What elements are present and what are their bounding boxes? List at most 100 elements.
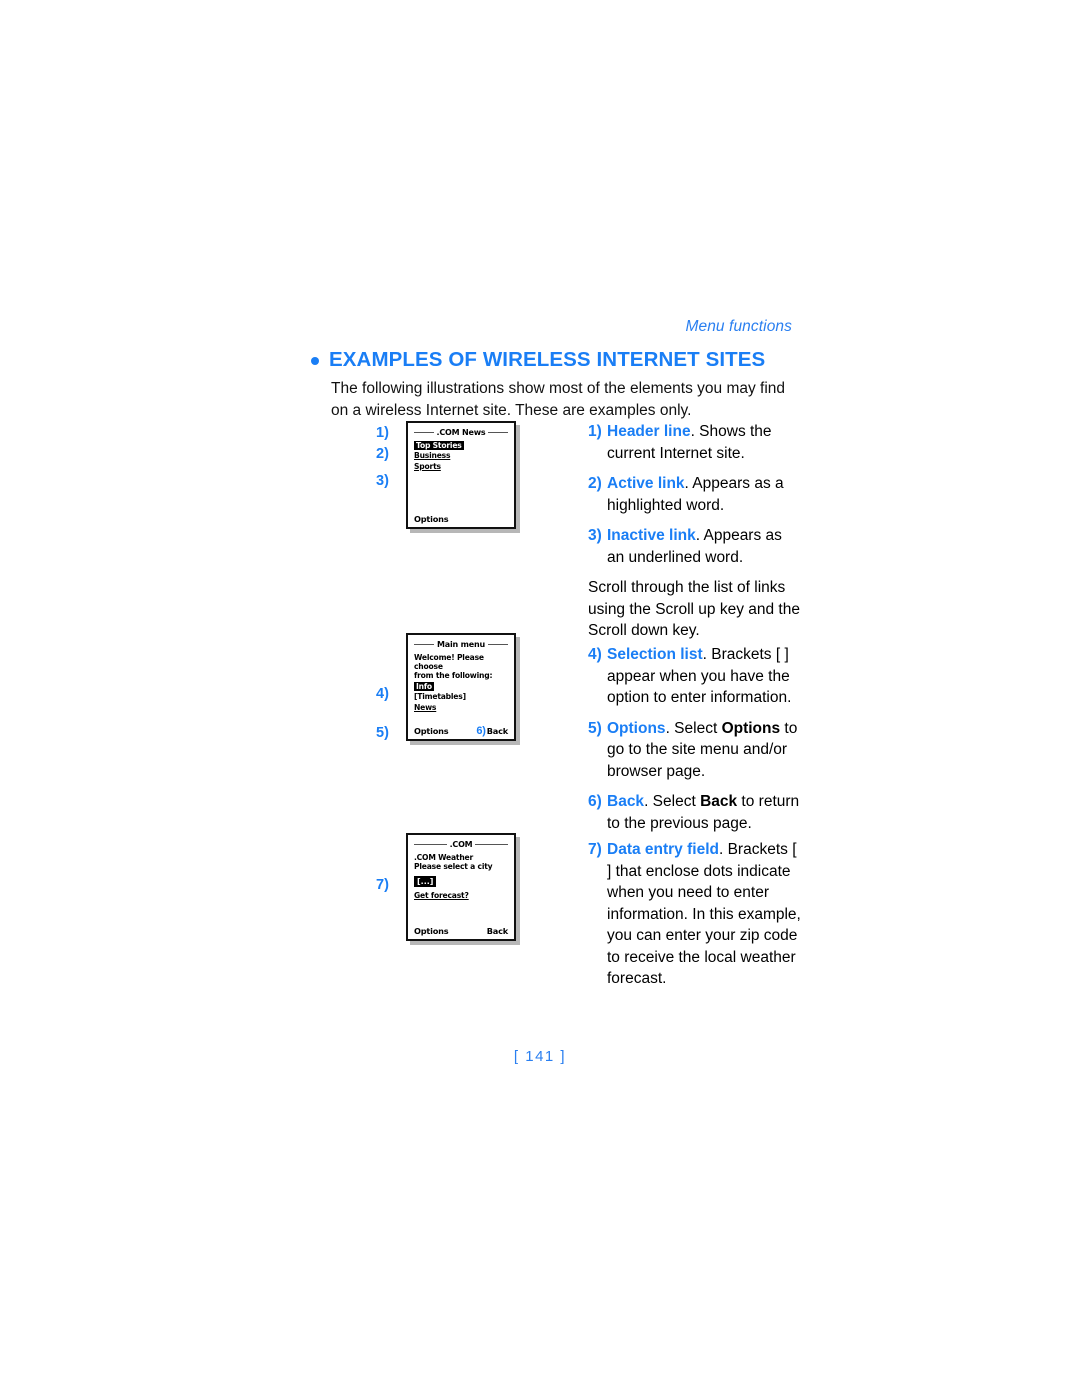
note-item: 3) Inactive link. Appears as an underlin… bbox=[588, 525, 803, 568]
data-entry-field[interactable]: [...] bbox=[414, 875, 437, 887]
page-heading: EXAMPLES OF WIRELESS INTERNET SITES bbox=[311, 348, 831, 372]
page-number: [ 141 ] bbox=[513, 1048, 567, 1065]
screen-intro-line-1: Welcome! Please choose bbox=[414, 652, 484, 671]
screen-list-item: Business bbox=[414, 451, 508, 462]
note-number: 6) bbox=[588, 793, 602, 810]
header-rule-left bbox=[414, 432, 434, 434]
note-term: Data entry field bbox=[607, 841, 719, 858]
link-inactive[interactable]: News bbox=[414, 703, 436, 713]
note-number: 3) bbox=[588, 527, 602, 544]
scroll-paragraph: Scroll through the list of links using t… bbox=[588, 577, 803, 642]
note-number: 7) bbox=[588, 841, 602, 858]
screen-list-item: Sports bbox=[414, 462, 508, 473]
link-active[interactable]: Info bbox=[414, 681, 434, 691]
figure-main-menu-screen: 4) 5) Main menu Welcome! Please choose f… bbox=[331, 633, 546, 813]
header-rule-right bbox=[475, 844, 508, 846]
note-bold: Options bbox=[721, 719, 781, 737]
screen-entry-row: [...] bbox=[414, 873, 508, 891]
note-text: Data entry field. Brackets [ ] that encl… bbox=[607, 839, 803, 990]
header-rule-right bbox=[488, 432, 508, 434]
screen-list-item: Info bbox=[414, 681, 508, 693]
screen-intro-line-1: .COM Weather bbox=[414, 852, 474, 862]
note-item: 1) Header line. Shows the current Intern… bbox=[588, 421, 803, 464]
note-item: 7) Data entry field. Brackets [ ] that e… bbox=[588, 839, 803, 990]
link-inactive[interactable]: Sports bbox=[414, 462, 441, 472]
screen-softkeys: Options 6) Back bbox=[414, 724, 508, 737]
notes-group-3: 7) Data entry field. Brackets [ ] that e… bbox=[588, 839, 803, 999]
note-term: Active link bbox=[607, 475, 685, 492]
figure-weather-screen: 7) .COM .COM Weather Please select a cit… bbox=[331, 833, 546, 1013]
heading-text: EXAMPLES OF WIRELESS INTERNET SITES bbox=[329, 348, 766, 371]
screen-list-item: Get forecast? bbox=[414, 891, 508, 902]
phone-screen-main-menu: Main menu Welcome! Please choose from th… bbox=[406, 633, 516, 741]
note-term: Back bbox=[607, 793, 645, 810]
intro-paragraph: The following illustrations show most of… bbox=[331, 380, 786, 419]
notes-group-1: 1) Header line. Shows the current Intern… bbox=[588, 421, 803, 651]
softkey-options[interactable]: Options bbox=[414, 726, 449, 737]
softkey-back-group: 6) Back bbox=[476, 724, 508, 737]
screen-intro-text: .COM Weather Please select a city bbox=[414, 853, 508, 871]
note-text: Back. Select Back to return to the previ… bbox=[607, 791, 803, 834]
screen-softkeys: Options Back bbox=[414, 926, 508, 937]
note-number: 4) bbox=[588, 646, 602, 663]
screen-header-title: Main menu bbox=[437, 640, 485, 649]
link-inactive[interactable]: Get forecast? bbox=[414, 891, 469, 901]
callout-marker-7: 7) bbox=[376, 877, 389, 893]
softkey-back-group: Back bbox=[487, 926, 508, 937]
selection-list-field[interactable]: [Timetables] bbox=[414, 692, 466, 702]
softkey-back[interactable]: Back bbox=[487, 726, 508, 737]
scroll-part-2: key and the bbox=[715, 600, 800, 618]
header-rule-left bbox=[414, 644, 435, 646]
note-list-3: 7) Data entry field. Brackets [ ] that e… bbox=[588, 839, 803, 990]
callout-marker-1: 1) bbox=[376, 425, 389, 441]
note-text: Active link. Appears as a highlighted wo… bbox=[607, 473, 803, 516]
screen-body: Top Stories Business Sports bbox=[414, 440, 508, 473]
screen-header-title: .COM News bbox=[436, 428, 486, 437]
body-grid: 1) 2) 3) .COM News Top Stories Business … bbox=[331, 421, 803, 1001]
scroll-up-key: Scroll up bbox=[655, 600, 716, 618]
note-text: Selection list. Brackets [ ] appear when… bbox=[607, 644, 803, 709]
manual-page: Menu functions EXAMPLES OF WIRELESS INTE… bbox=[0, 0, 1080, 1397]
phone-screen-weather: .COM .COM Weather Please select a city [… bbox=[406, 833, 516, 941]
header-rule-left bbox=[414, 844, 447, 846]
note-term: Inactive link bbox=[607, 527, 696, 544]
link-inactive[interactable]: Business bbox=[414, 451, 451, 461]
note-item: 2) Active link. Appears as a highlighted… bbox=[588, 473, 803, 516]
header-rule-right bbox=[487, 644, 508, 646]
note-item: 5) Options. Select Options to go to the … bbox=[588, 718, 803, 783]
note-item: 4) Selection list. Brackets [ ] appear w… bbox=[588, 644, 803, 709]
note-item: 6) Back. Select Back to return to the pr… bbox=[588, 791, 803, 834]
screen-header: .COM News bbox=[414, 428, 508, 438]
screen-softkeys: Options bbox=[414, 514, 508, 525]
running-head: Menu functions bbox=[685, 318, 792, 335]
note-text: Inactive link. Appears as an underlined … bbox=[607, 525, 803, 568]
screen-list-item: [Timetables] bbox=[414, 692, 508, 703]
note-number: 5) bbox=[588, 719, 602, 737]
phone-screen-news: .COM News Top Stories Business Sports Op… bbox=[406, 421, 516, 529]
screen-list-item: News bbox=[414, 703, 508, 714]
note-number: 2) bbox=[588, 475, 602, 492]
softkey-options[interactable]: Options bbox=[414, 926, 449, 937]
note-rest-pre: . Select bbox=[665, 719, 722, 737]
note-text: Options. Select Options to go to the sit… bbox=[607, 718, 803, 783]
note-rest: . Brackets [ ] that enclose dots indicat… bbox=[607, 841, 801, 987]
note-text: Header line. Shows the current Internet … bbox=[607, 421, 803, 464]
screen-header: Main menu bbox=[414, 640, 508, 650]
softkey-back[interactable]: Back bbox=[487, 926, 508, 937]
note-term: Header line bbox=[607, 423, 691, 440]
link-active[interactable]: Top Stories bbox=[414, 440, 464, 450]
figure-news-screen: 1) 2) 3) .COM News Top Stories Business … bbox=[331, 421, 546, 601]
screen-body: Welcome! Please choose from the followin… bbox=[414, 653, 508, 714]
note-term: Selection list bbox=[607, 646, 703, 663]
screen-intro-line-2: from the following: bbox=[414, 670, 493, 680]
callout-marker-4: 4) bbox=[376, 686, 389, 702]
softkey-options[interactable]: Options bbox=[414, 514, 449, 525]
callout-marker-6: 6) bbox=[476, 724, 486, 737]
screen-header-title: .COM bbox=[449, 840, 473, 849]
screen-list-item: Top Stories bbox=[414, 440, 508, 452]
scroll-part-3: key. bbox=[668, 622, 700, 639]
note-number: 1) bbox=[588, 423, 602, 440]
notes-group-2: 4) Selection list. Brackets [ ] appear w… bbox=[588, 644, 803, 843]
callout-marker-2: 2) bbox=[376, 446, 389, 462]
screen-intro-line-2: Please select a city bbox=[414, 861, 493, 871]
